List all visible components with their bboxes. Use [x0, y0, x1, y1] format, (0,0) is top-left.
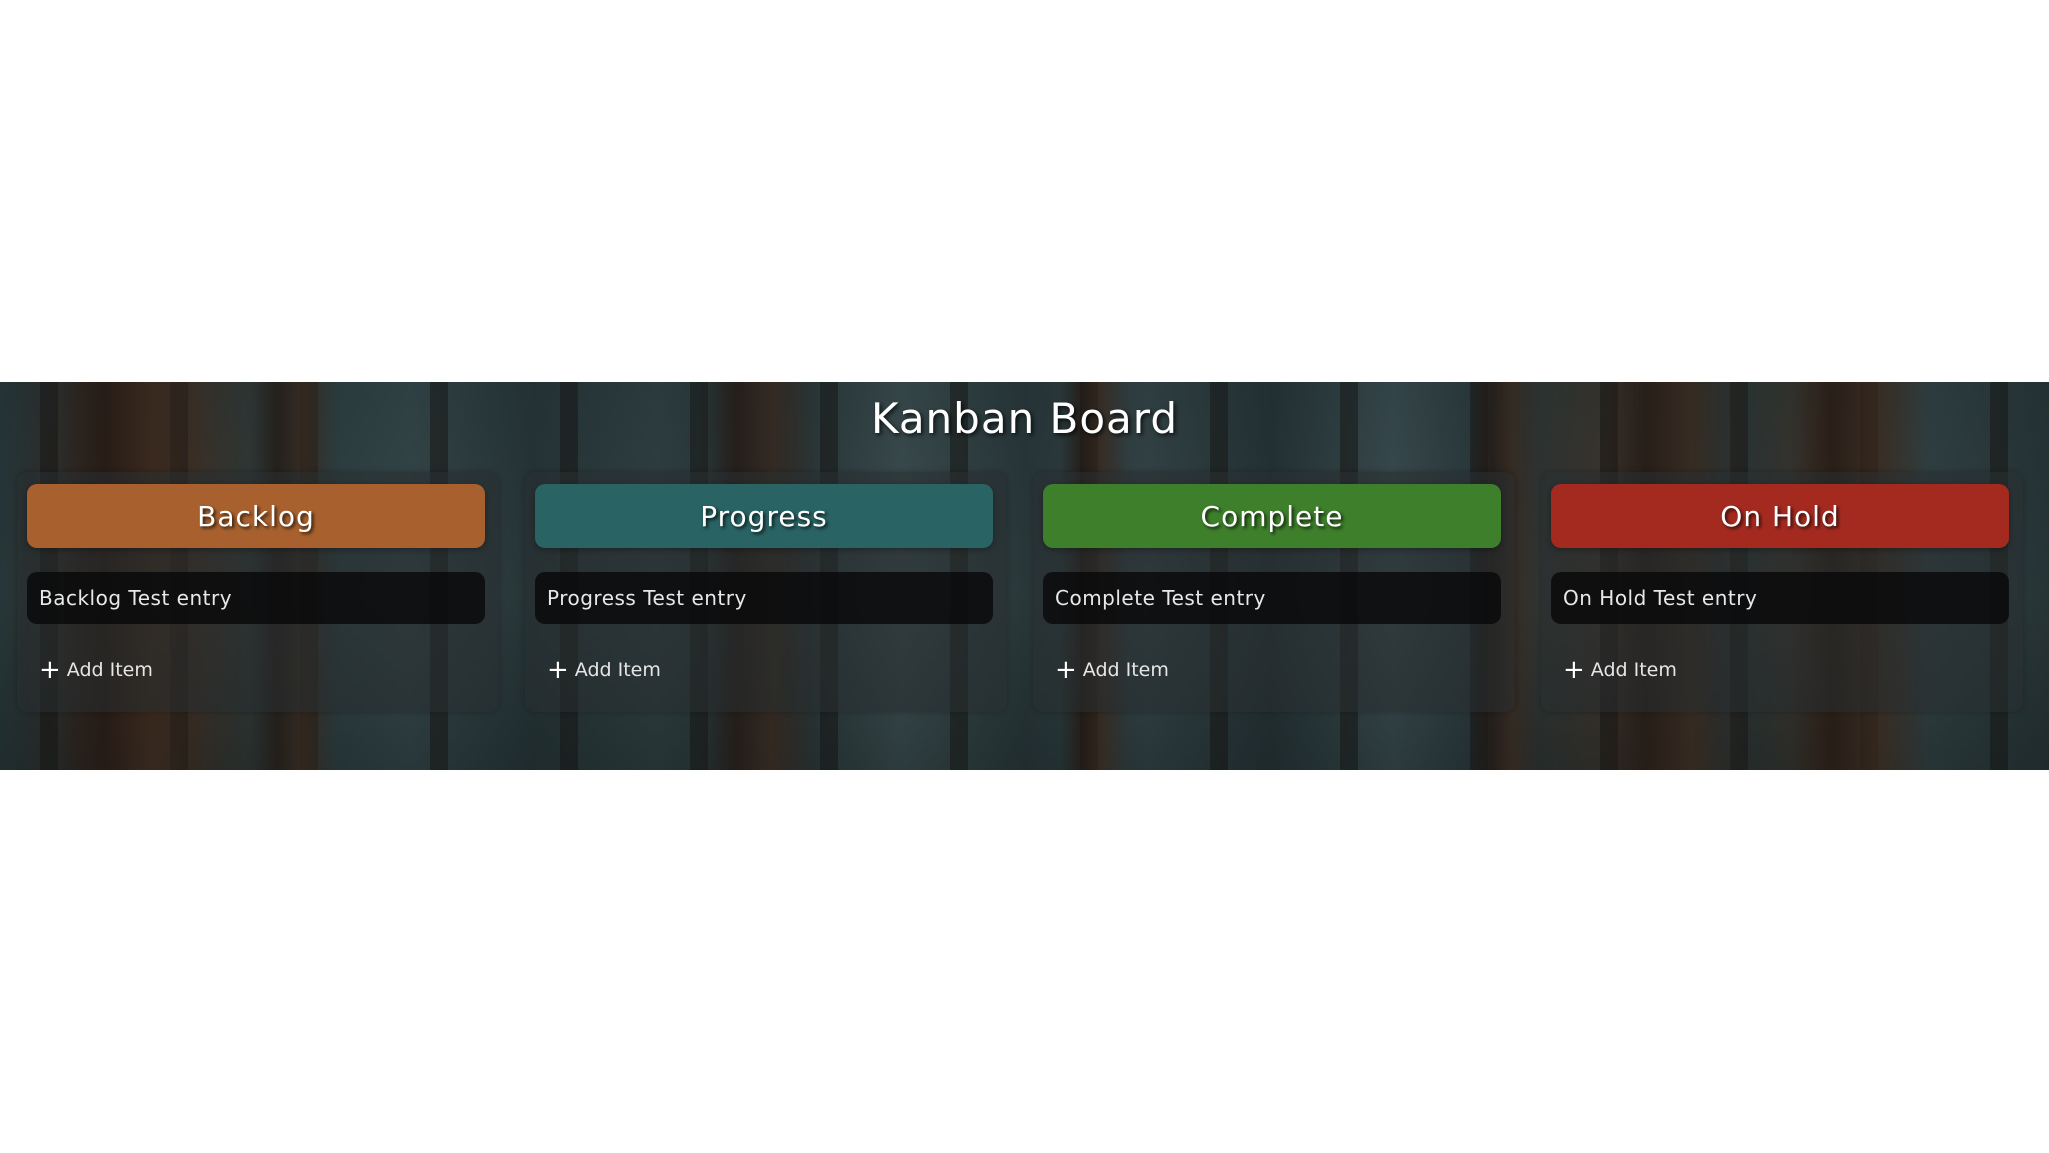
plus-icon: +: [39, 655, 61, 685]
add-item-button[interactable]: + Add Item: [1563, 656, 1677, 684]
column-backlog: Backlog Backlog Test entry + Add Item: [17, 472, 499, 712]
add-item-button[interactable]: + Add Item: [39, 656, 153, 684]
column-header-progress: Progress: [535, 484, 993, 548]
column-header-on-hold: On Hold: [1551, 484, 2009, 548]
add-item-label: Add Item: [1590, 659, 1677, 681]
kanban-columns: Backlog Backlog Test entry + Add Item Pr…: [17, 472, 2023, 742]
page-title: Kanban Board: [871, 394, 1178, 443]
list-item[interactable]: On Hold Test entry: [1551, 572, 2009, 624]
column-header-backlog: Backlog: [27, 484, 485, 548]
plus-icon: +: [1055, 655, 1077, 685]
list-item[interactable]: Progress Test entry: [535, 572, 993, 624]
board-background: Kanban Board Backlog Backlog Test entry …: [0, 382, 2049, 770]
list-item[interactable]: Backlog Test entry: [27, 572, 485, 624]
add-item-label: Add Item: [66, 659, 153, 681]
plus-icon: +: [547, 655, 569, 685]
column-on-hold: On Hold On Hold Test entry + Add Item: [1541, 472, 2023, 712]
column-header-complete: Complete: [1043, 484, 1501, 548]
list-item[interactable]: Complete Test entry: [1043, 572, 1501, 624]
column-complete: Complete Complete Test entry + Add Item: [1033, 472, 1515, 712]
add-item-button[interactable]: + Add Item: [1055, 656, 1169, 684]
add-item-label: Add Item: [1082, 659, 1169, 681]
plus-icon: +: [1563, 655, 1585, 685]
add-item-button[interactable]: + Add Item: [547, 656, 661, 684]
column-progress: Progress Progress Test entry + Add Item: [525, 472, 1007, 712]
add-item-label: Add Item: [574, 659, 661, 681]
